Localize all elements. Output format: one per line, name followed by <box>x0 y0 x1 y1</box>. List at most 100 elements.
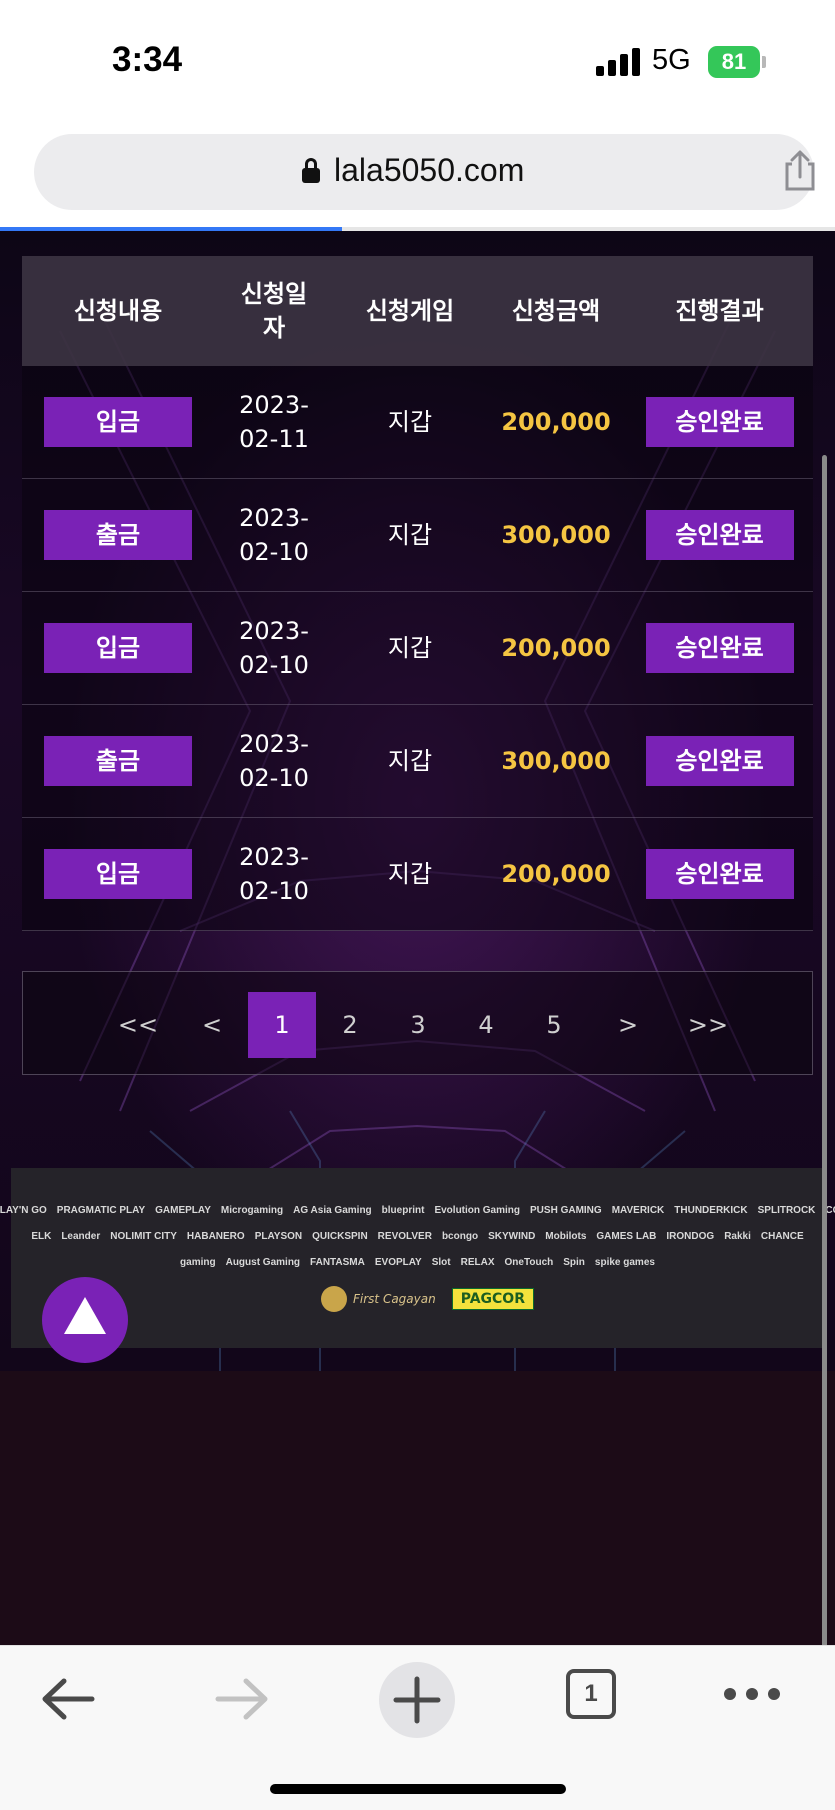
provider-row: ELK Leander NOLIMIT CITY HABANERO PLAYSON QUI… <box>21 1224 814 1248</box>
provider-logo: IRONDOG <box>666 1230 715 1242</box>
provider-logo: OneTouch <box>504 1256 554 1268</box>
page-content: 신청내용 신청일 자 신청게임 신청금액 진행결과 입금 2023- 02-11 지… <box>0 231 835 1371</box>
provider-logo: PRAGMATIC PLAY <box>56 1204 146 1216</box>
last-page-button[interactable]: >> <box>683 992 733 1058</box>
type-cell: 입금 <box>22 623 214 673</box>
forward-icon[interactable] <box>214 1676 270 1722</box>
provider-logo: THUNDERKICK <box>674 1204 748 1216</box>
provider-logo: FANTASMA <box>310 1256 365 1268</box>
address-bar[interactable]: lala5050.com <box>34 134 815 210</box>
provider-logo: blueprint <box>381 1204 425 1216</box>
provider-logo: Mobilots <box>545 1230 587 1242</box>
browser-toolbar: 1 <box>0 1645 835 1810</box>
home-indicator <box>270 1784 566 1794</box>
game-cell: 지갑 <box>387 521 433 549</box>
table-body: 입금 2023- 02-11 지갑 200,000 승인완료 출금 2023- 02-10 지… <box>22 366 813 931</box>
type-badge: 입금 <box>44 849 192 899</box>
type-badge: 출금 <box>44 510 192 560</box>
type-badge: 입금 <box>44 623 192 673</box>
status-cell: 승인완료 <box>626 397 813 447</box>
provider-logo: Rakki <box>724 1230 751 1242</box>
amount-cell: 200,000 <box>501 860 611 888</box>
date-cell: 2023- 02-10 <box>239 730 309 792</box>
provider-logo: Spin <box>563 1256 585 1268</box>
date-cell: 2023- 02-11 <box>239 391 309 453</box>
scrollbar[interactable] <box>822 455 827 1655</box>
header-type: 신청내용 <box>73 297 163 325</box>
provider-logo: MAVERICK <box>611 1204 665 1216</box>
first-page-button[interactable]: << <box>113 992 163 1058</box>
provider-logos: ARISTOCRATPLAY'N GOPRAGMATIC PLAYGAMEPLA… <box>0 1198 835 1276</box>
game-cell: 지갑 <box>387 747 433 775</box>
provider-logo: gaming <box>180 1256 216 1268</box>
header-date: 신청일 자 <box>240 280 308 342</box>
new-tab-icon[interactable] <box>378 1661 456 1739</box>
date-cell: 2023- 02-10 <box>239 843 309 905</box>
page-1-button[interactable]: 1 <box>248 992 316 1058</box>
table-row: 입금 2023- 02-11 지갑 200,000 승인완료 <box>22 366 813 479</box>
status-badge: 승인완료 <box>645 736 794 786</box>
first-cagayan-seal-icon <box>321 1286 347 1312</box>
page-2-button[interactable]: 2 <box>335 992 365 1058</box>
provider-logo: GAMEPLAY <box>155 1204 211 1216</box>
provider-logo: RELAX <box>460 1256 495 1268</box>
type-badge: 출금 <box>44 736 192 786</box>
type-badge: 입금 <box>44 397 192 447</box>
provider-logo: SPLITROCK <box>757 1204 816 1216</box>
type-cell: 출금 <box>22 510 214 560</box>
status-cell: 승인완료 <box>626 849 813 899</box>
header-result: 진행결과 <box>675 297 764 325</box>
more-icon[interactable] <box>722 1684 782 1704</box>
page-5-button[interactable]: 5 <box>539 992 569 1058</box>
signal-icon <box>596 48 640 76</box>
provider-logo: Leander <box>61 1230 101 1242</box>
date-cell: 2023- 02-10 <box>239 504 309 566</box>
table-row: 입금 2023- 02-10 지갑 200,000 승인완료 <box>22 592 813 705</box>
first-cagayan-label: First Cagayan <box>353 1292 436 1306</box>
table-header: 신청내용 신청일 자 신청게임 신청금액 진행결과 <box>22 256 813 366</box>
provider-logo: bcongo <box>441 1230 479 1242</box>
pagination: << < 1 2 3 4 5 > >> <box>22 971 813 1075</box>
provider-logo: ELK <box>31 1230 52 1242</box>
provider-logo: REVOLVER <box>377 1230 432 1242</box>
up-arrow-icon <box>64 1297 106 1334</box>
provider-logo: PUSH GAMING <box>530 1204 602 1216</box>
date-cell: 2023- 02-10 <box>239 617 309 679</box>
scroll-to-top-button[interactable] <box>42 1277 128 1363</box>
provider-logo: spike games <box>594 1256 655 1268</box>
transaction-table: 신청내용 신청일 자 신청게임 신청금액 진행결과 입금 2023- 02-11 지… <box>22 256 813 931</box>
prev-page-button[interactable]: < <box>197 992 227 1058</box>
network-label: 5G <box>652 44 691 76</box>
back-icon[interactable] <box>40 1676 96 1722</box>
provider-logo: Microgaming <box>220 1204 284 1216</box>
page-3-button[interactable]: 3 <box>403 992 433 1058</box>
provider-row: ARISTOCRATPLAY'N GOPRAGMATIC PLAYGAMEPLA… <box>0 1198 835 1222</box>
amount-cell: 200,000 <box>501 634 611 662</box>
pagcor-logo: PAGCOR <box>451 1288 534 1310</box>
provider-logo: Slot <box>431 1256 451 1268</box>
provider-logo: PLAY'N GO <box>0 1204 47 1216</box>
battery-tip <box>762 56 766 68</box>
provider-row: gaming August Gaming FANTASMA EVOPLAY Slot RE… <box>21 1250 814 1274</box>
share-icon[interactable] <box>780 150 820 192</box>
url-text[interactable]: lala5050.com <box>334 152 524 189</box>
status-badge: 승인완료 <box>645 623 794 673</box>
status-cell: 승인완료 <box>626 510 813 560</box>
amount-cell: 300,000 <box>501 521 611 549</box>
page-4-button[interactable]: 4 <box>471 992 501 1058</box>
header-amount: 신청금액 <box>511 297 601 325</box>
license-logos: First Cagayan PAGCOR <box>321 1286 534 1312</box>
game-cell: 지갑 <box>387 408 433 436</box>
status-badge: 승인완료 <box>645 849 794 899</box>
provider-logo: NOLIMIT CITY <box>110 1230 177 1242</box>
provider-logo: CHANCE <box>760 1230 804 1242</box>
first-cagayan-logo: First Cagayan <box>321 1286 436 1312</box>
table-row: 출금 2023- 02-10 지갑 300,000 승인완료 <box>22 479 813 592</box>
table-row: 입금 2023- 02-10 지갑 200,000 승인완료 <box>22 818 813 931</box>
provider-logo: QUICKSPIN <box>312 1230 368 1242</box>
next-page-button[interactable]: > <box>613 992 643 1058</box>
type-cell: 출금 <box>22 736 214 786</box>
tabs-button[interactable]: 1 <box>566 1669 616 1719</box>
status-badge: 승인완료 <box>645 397 794 447</box>
provider-logo: HABANERO <box>186 1230 245 1242</box>
